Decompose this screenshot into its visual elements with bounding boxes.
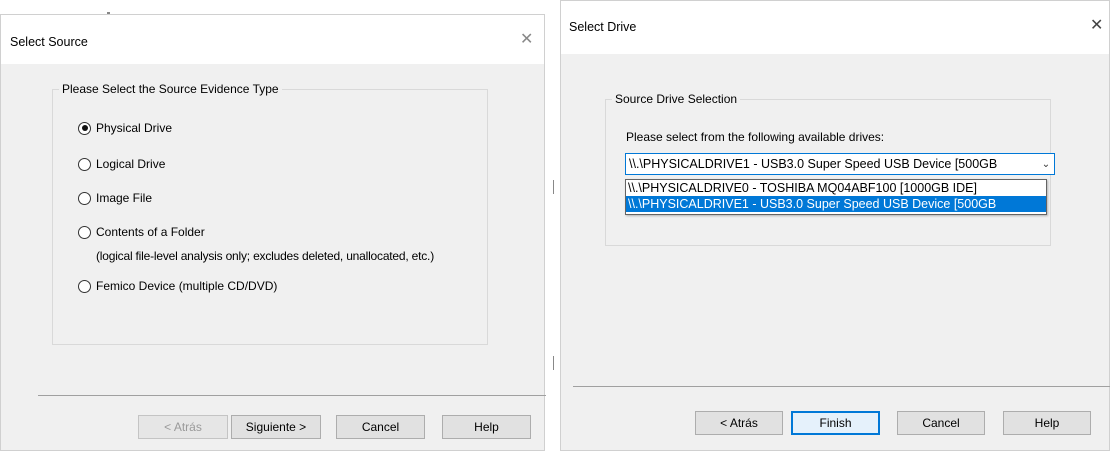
divider-tick [553,356,554,370]
radio-label: Contents of a Folder [96,225,205,239]
drive-prompt-label: Please select from the following availab… [626,130,885,144]
drive-option[interactable]: \\.\PHYSICALDRIVE0 - TOSHIBA MQ04ABF100 … [626,180,1046,196]
help-button[interactable]: Help [442,415,531,439]
close-icon[interactable]: ✕ [1090,18,1103,34]
radio-contents-of-folder[interactable]: Contents of a Folder [78,225,205,239]
back-button[interactable]: < Atrás [695,411,783,435]
drive-dropdown-list: \\.\PHYSICALDRIVE0 - TOSHIBA MQ04ABF100 … [625,179,1047,215]
help-button[interactable]: Help [1003,411,1091,435]
radio-label: Femico Device (multiple CD/DVD) [96,279,278,293]
drive-option-selected[interactable]: \\.\PHYSICALDRIVE1 - USB3.0 Super Speed … [626,196,1046,212]
select-source-titlebar[interactable]: Select Source ✕ [1,15,544,64]
chevron-down-icon[interactable]: ⌄ [1038,159,1054,170]
select-drive-titlebar[interactable]: Select Drive ✕ [561,1,1109,54]
radio-button[interactable] [78,225,91,239]
radio-label: Image File [96,191,153,205]
button-separator [38,395,546,396]
radio-label: Logical Drive [96,157,166,171]
folder-analysis-note: (logical file-level analysis only; exclu… [96,249,434,263]
radio-button[interactable] [78,191,91,205]
drive-select-value: \\.\PHYSICALDRIVE1 - USB3.0 Super Speed … [629,157,998,171]
radio-button-checked[interactable] [78,121,91,135]
radio-logical-drive[interactable]: Logical Drive [78,157,165,171]
next-button[interactable]: Siguiente > [231,415,321,439]
divider-tick [107,12,110,14]
radio-femico-device[interactable]: Femico Device (multiple CD/DVD) [78,279,277,293]
select-source-title: Select Source [10,35,88,49]
cancel-button[interactable]: Cancel [336,415,425,439]
radio-image-file[interactable]: Image File [78,191,152,205]
finish-button[interactable]: Finish [791,411,880,435]
select-source-dialog: Select Source ✕ Please Select the Source… [0,14,546,451]
back-button[interactable]: < Atrás [138,415,228,439]
button-separator [573,386,1110,387]
drive-select-combobox[interactable]: \\.\PHYSICALDRIVE1 - USB3.0 Super Speed … [625,153,1055,175]
cancel-button[interactable]: Cancel [897,411,985,435]
radio-label: Physical Drive [96,121,173,135]
close-icon[interactable]: ✕ [520,32,533,48]
radio-physical-drive[interactable]: Physical Drive [78,121,172,135]
radio-button[interactable] [78,279,91,293]
divider-tick [553,180,554,194]
source-type-group-title: Please Select the Source Evidence Type [62,82,279,96]
radio-button[interactable] [78,157,91,171]
source-drive-selection-title: Source Drive Selection [615,92,738,106]
select-drive-title: Select Drive [569,20,637,34]
select-drive-dialog: Select Drive ✕ Source Drive Selection Pl… [560,0,1110,451]
